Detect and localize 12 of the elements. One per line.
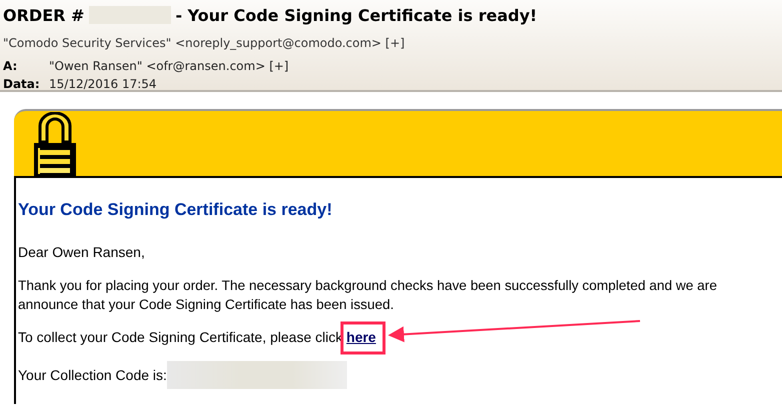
collect-link[interactable]: here: [346, 329, 376, 345]
body-paragraph: Thank you for placing your order. The necessary background checks have been successfully completed and we are announce that your Code Signing Certificate has been issued.: [18, 277, 718, 314]
greeting-text: Dear Owen Ransen,: [18, 243, 146, 262]
date-label: Data:: [3, 77, 41, 91]
sender-address: "Comodo Security Services" <noreply_support@comodo.com> [+]: [3, 36, 405, 50]
date-value: 15/12/2016 17:54: [49, 77, 157, 91]
subject-prefix: ORDER #: [3, 6, 84, 24]
recipient-address: "Owen Ransen" <ofr@ransen.com> [+]: [49, 59, 289, 73]
email-heading: Your Code Signing Certificate is ready!: [18, 200, 334, 220]
collection-code-label: Your Collection Code is:: [18, 367, 167, 383]
to-label: A:: [3, 59, 18, 73]
email-subject: - Your Code Signing Certificate is ready!: [175, 6, 538, 24]
